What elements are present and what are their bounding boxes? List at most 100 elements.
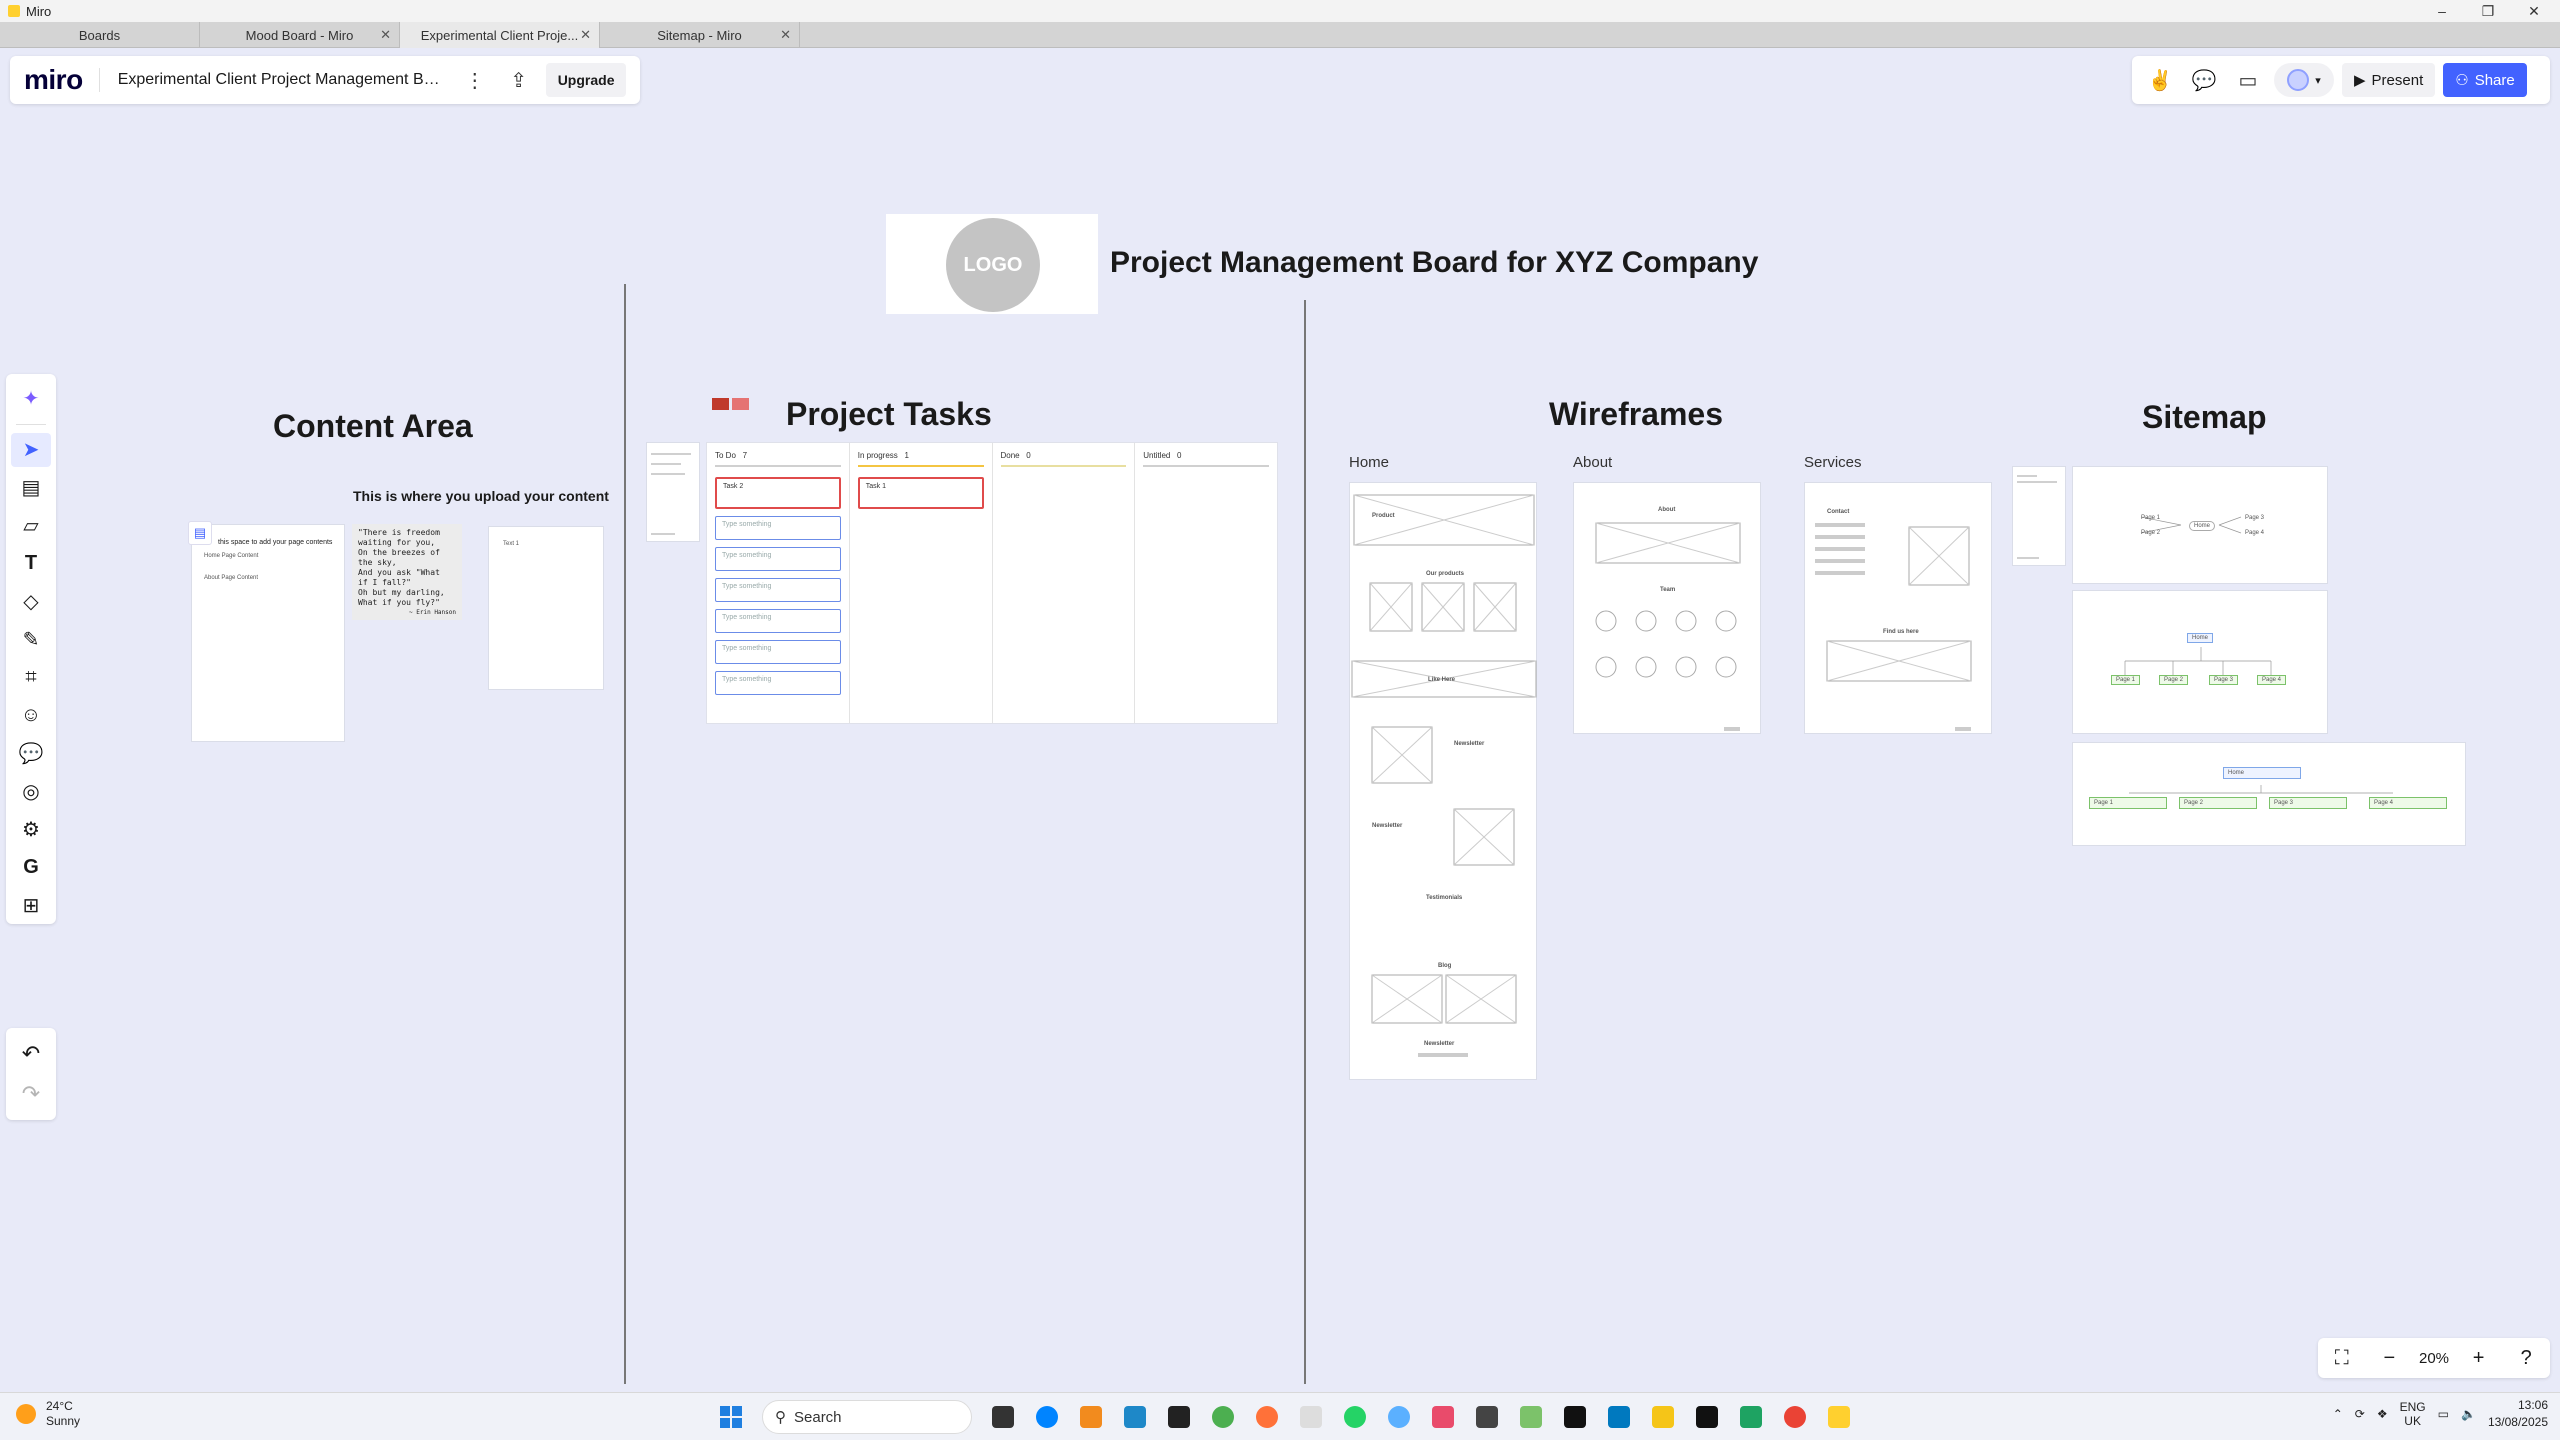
board-name[interactable]: Experimental Client Project Management B… <box>118 71 448 89</box>
zoom-out-icon[interactable]: − <box>2371 1342 2407 1374</box>
task-card[interactable]: Task 2 <box>715 477 841 509</box>
app-icon[interactable] <box>1424 1399 1462 1435</box>
google-icon[interactable]: G <box>11 850 51 884</box>
board-title[interactable]: Project Management Board for XYZ Company <box>1110 246 1758 280</box>
task-card[interactable]: Type something <box>715 578 841 602</box>
kanban-column-todo[interactable]: To Do 7 Task 2 Type something Type somet… <box>707 443 850 723</box>
task-card[interactable]: Type something <box>715 640 841 664</box>
share-button[interactable]: ⚇ Share <box>2443 63 2527 97</box>
shapes-icon[interactable]: ◇ <box>11 585 51 619</box>
text-icon[interactable]: T <box>11 547 51 581</box>
close-icon[interactable]: ✕ <box>780 27 791 43</box>
undo-icon[interactable]: ↶ <box>11 1034 51 1074</box>
windows-start-icon[interactable] <box>712 1399 750 1435</box>
kanban-board[interactable]: To Do 7 Task 2 Type something Type somet… <box>706 442 1278 724</box>
templates-icon[interactable]: ▤ <box>11 471 51 505</box>
app-icon[interactable] <box>1072 1399 1110 1435</box>
figma-icon[interactable] <box>1688 1399 1726 1435</box>
maximize-button[interactable]: ❐ <box>2466 0 2510 22</box>
file-explorer-icon[interactable] <box>1644 1399 1682 1435</box>
task-card[interactable]: Task 1 <box>857 477 984 509</box>
weather-widget[interactable]: 24°C Sunny <box>16 1399 80 1429</box>
trello-icon[interactable] <box>1600 1399 1638 1435</box>
help-icon[interactable]: ? <box>2508 1342 2544 1374</box>
volume-icon[interactable]: 🔈 <box>2461 1407 2476 1421</box>
tab-experimental-client[interactable]: Experimental Client Proje... ✕ <box>400 22 600 48</box>
remote-desktop-icon[interactable] <box>1116 1399 1154 1435</box>
fit-to-screen-icon[interactable]: ⛶ <box>2324 1342 2360 1374</box>
app-icon[interactable] <box>1468 1399 1506 1435</box>
section-title-content-area[interactable]: Content Area <box>273 408 473 445</box>
sitemap-wide[interactable]: Home Page 1 Page 2 Page 3 Page 4 <box>2072 742 2466 846</box>
firefox-icon[interactable] <box>1248 1399 1286 1435</box>
select-cursor-icon[interactable]: ➤ <box>11 432 51 467</box>
text-card[interactable]: Text 1 <box>488 526 604 690</box>
task-card[interactable]: Type something <box>715 547 841 571</box>
whatsapp-icon[interactable] <box>1336 1399 1374 1435</box>
quote-image[interactable]: "There is freedom waiting for you, On th… <box>352 524 462 620</box>
miro-icon[interactable] <box>1820 1399 1858 1435</box>
reactions-icon[interactable]: ✌ <box>2138 62 2182 98</box>
miro-logo[interactable]: miro <box>24 64 83 96</box>
wireframe-label-services[interactable]: Services <box>1804 454 1862 471</box>
content-doc-card[interactable]: ▤ this space to add your page contents H… <box>188 521 345 742</box>
dropbox-icon[interactable]: ❖ <box>2377 1407 2388 1421</box>
wireframe-label-about[interactable]: About <box>1573 454 1612 471</box>
wireframe-about[interactable]: About Team <box>1573 482 1761 734</box>
upload-note[interactable]: This is where you upload your content <box>353 488 609 504</box>
video-icon[interactable]: ▭ <box>2226 62 2270 98</box>
kanban-column-untitled[interactable]: Untitled 0 <box>1135 443 1277 723</box>
task-card[interactable]: Type something <box>715 516 841 540</box>
sitemap-tree[interactable]: Home Page 1 Page 2 Page 3 Page 4 <box>2072 590 2328 734</box>
section-title-sitemap[interactable]: Sitemap <box>2142 399 2266 436</box>
more-apps-icon[interactable]: ◎ <box>11 774 51 808</box>
frame-icon[interactable]: ⌗ <box>11 660 51 694</box>
sitemap-radial[interactable]: Home Page 1 Page 2 Page 3 Page 4 <box>2072 466 2328 584</box>
app-icon[interactable] <box>1292 1399 1330 1435</box>
more-icon[interactable]: ⋮ <box>458 63 492 97</box>
sticky-note-icon[interactable]: ▱ <box>11 509 51 543</box>
wireframe-home[interactable]: Product Our products Like Here Newslette… <box>1349 482 1537 1080</box>
chrome-icon[interactable] <box>1776 1399 1814 1435</box>
notion-icon[interactable] <box>1556 1399 1594 1435</box>
zoom-level[interactable]: 20% <box>2419 1350 2449 1367</box>
clock[interactable]: 13:06 13/08/2025 <box>2488 1397 2548 1431</box>
tab-sitemap[interactable]: Sitemap - Miro ✕ <box>600 22 800 48</box>
avatar-menu[interactable]: ▾ <box>2274 63 2334 97</box>
close-icon[interactable]: ✕ <box>380 27 391 43</box>
wireframe-label-home[interactable]: Home <box>1349 454 1389 471</box>
upgrade-button[interactable]: Upgrade <box>545 63 627 97</box>
comment-icon[interactable]: 💬 <box>11 736 51 770</box>
comments-icon[interactable]: 💬 <box>2182 62 2226 98</box>
close-icon[interactable]: ✕ <box>580 27 591 43</box>
app-icon[interactable] <box>1512 1399 1550 1435</box>
app-icon[interactable] <box>1732 1399 1770 1435</box>
minimize-button[interactable]: – <box>2420 0 2464 22</box>
present-button[interactable]: ▶ Present <box>2342 63 2436 97</box>
section-title-project-tasks[interactable]: Project Tasks <box>786 396 992 433</box>
kanban-column-done[interactable]: Done 0 <box>993 443 1136 723</box>
language-indicator[interactable]: ENG UK <box>2400 1400 2426 1428</box>
app-icon[interactable] <box>1380 1399 1418 1435</box>
kanban-column-in-progress[interactable]: In progress 1 Task 1 <box>850 443 993 723</box>
network-icon[interactable]: ▭ <box>2438 1407 2449 1421</box>
ai-sparkle-icon[interactable]: ✦ <box>11 382 51 416</box>
task-card[interactable]: Type something <box>715 671 841 695</box>
task-view-icon[interactable] <box>984 1399 1022 1435</box>
pen-icon[interactable]: ✎ <box>11 622 51 656</box>
app-icon[interactable] <box>1160 1399 1198 1435</box>
tasks-thumbnail[interactable] <box>646 442 700 542</box>
tab-boards[interactable]: Boards <box>0 22 200 48</box>
sitemap-thumbnail[interactable] <box>2012 466 2066 566</box>
section-title-wireframes[interactable]: Wireframes <box>1549 396 1723 433</box>
wireframe-services[interactable]: Contact Find us here <box>1804 482 1992 734</box>
sticker-icon[interactable]: ☺ <box>11 698 51 732</box>
add-app-icon[interactable]: ⊞ <box>11 888 51 922</box>
close-window-button[interactable]: ✕ <box>2512 0 2556 22</box>
chevron-up-icon[interactable]: ⌃ <box>2333 1407 2343 1421</box>
logo-frame[interactable]: LOGO <box>886 214 1098 314</box>
chrome-icon[interactable] <box>1204 1399 1242 1435</box>
tab-mood-board[interactable]: Mood Board - Miro ✕ <box>200 22 400 48</box>
zoom-in-icon[interactable]: + <box>2461 1342 2497 1374</box>
redo-icon[interactable]: ↷ <box>11 1074 51 1114</box>
